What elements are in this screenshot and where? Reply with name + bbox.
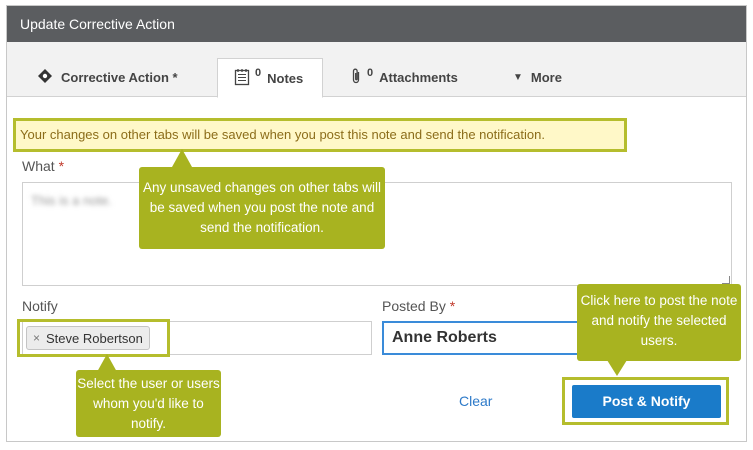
select-user-callout: Select the user or users whom you'd like… xyxy=(76,370,221,437)
tab-notes-label: Notes xyxy=(267,70,304,86)
tab-more-label: More xyxy=(530,70,562,85)
user-chip-label: Steve Robertson xyxy=(46,330,143,346)
tab-corrective-action[interactable]: Corrective Action * xyxy=(37,58,178,97)
dialog-title: Update Corrective Action xyxy=(7,6,746,42)
tab-more[interactable]: ▼ More xyxy=(513,58,562,97)
what-text-value: This is a note. xyxy=(31,193,112,208)
unsaved-changes-callout: Any unsaved changes on other tabs will b… xyxy=(139,167,385,249)
required-marker: * xyxy=(449,298,456,314)
notes-icon xyxy=(234,68,250,89)
posted-by-label: Posted By * xyxy=(382,298,455,314)
attachments-count: 0 xyxy=(367,66,374,79)
remove-chip-icon[interactable]: × xyxy=(33,331,40,345)
user-chip: × Steve Robertson xyxy=(26,326,150,350)
callout-pointer xyxy=(607,360,627,376)
posted-by-label-text: Posted By xyxy=(382,298,446,314)
notify-label: Notify xyxy=(22,298,58,314)
tab-notes[interactable]: 0 Notes xyxy=(217,58,323,98)
paperclip-icon xyxy=(350,67,362,88)
tab-strip: Corrective Action * 0 Notes 0 Attachment… xyxy=(7,42,746,98)
tab-attachments[interactable]: 0 Attachments xyxy=(350,58,458,97)
what-label: What * xyxy=(22,158,64,174)
callout-pointer xyxy=(172,149,192,167)
required-marker: * xyxy=(58,158,65,174)
tab-attachments-label: Attachments xyxy=(379,70,458,85)
diamond-icon xyxy=(37,68,53,87)
posted-by-input[interactable]: Anne Roberts xyxy=(382,321,580,355)
resize-handle[interactable] xyxy=(722,276,730,284)
unsaved-changes-notice: Your changes on other tabs will be saved… xyxy=(13,118,627,152)
post-hint-callout: Click here to post the note and notify t… xyxy=(577,284,741,361)
caret-down-icon: ▼ xyxy=(513,72,523,83)
what-label-text: What xyxy=(22,158,55,174)
clear-link[interactable]: Clear xyxy=(459,393,492,409)
post-notify-button[interactable]: Post & Notify xyxy=(572,385,721,418)
tab-corrective-action-label: Corrective Action * xyxy=(61,70,178,85)
update-corrective-action-dialog: Update Corrective Action Corrective Acti… xyxy=(6,5,747,442)
notes-count: 0 xyxy=(255,67,262,79)
